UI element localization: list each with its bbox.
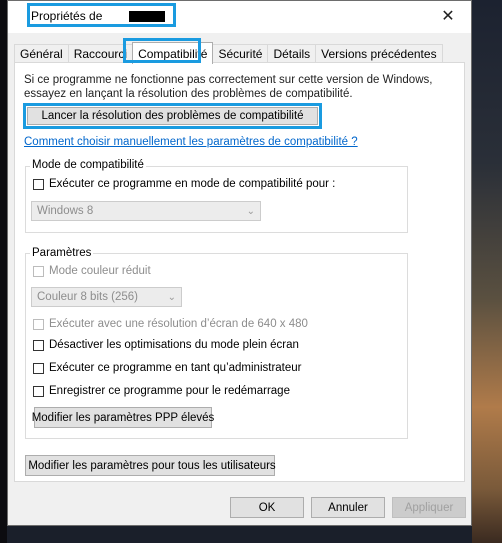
chevron-down-icon: ⌄	[246, 206, 255, 217]
tab-details[interactable]: Détails	[267, 44, 317, 63]
register-restart-row[interactable]: Enregistrer ce programme pour le redémar…	[33, 385, 290, 397]
tab-shortcut[interactable]: Raccourci	[67, 44, 134, 63]
run-admin-checkbox[interactable]	[33, 362, 44, 374]
tab-security[interactable]: Sécurité	[212, 44, 269, 63]
tab-strip: Général Raccourci Compatibilité Sécurité…	[14, 42, 443, 64]
manual-settings-link[interactable]: Comment choisir manuellement les paramèt…	[24, 136, 358, 148]
reduced-color-row: Mode couleur réduit	[33, 265, 151, 277]
compat-mode-group	[25, 166, 408, 233]
compat-mode-row[interactable]: Exécuter ce programme en mode de compati…	[33, 178, 335, 190]
ok-button[interactable]: OK	[230, 497, 304, 518]
high-dpi-button[interactable]: Modifier les paramètres PPP élevés	[32, 407, 214, 428]
compat-mode-group-label: Mode de compatibilité	[30, 159, 146, 171]
run-admin-label: Exécuter ce programme en tant qu’adminis…	[49, 362, 302, 374]
title-bar[interactable]: Propriétés de ✕	[8, 1, 471, 33]
disable-fullscreen-label: Désactiver les optimisations du mode ple…	[49, 339, 299, 351]
all-users-button[interactable]: Modifier les paramètres pour tous les ut…	[25, 455, 276, 476]
tab-general[interactable]: Général	[14, 44, 69, 63]
cancel-button[interactable]: Annuler	[311, 497, 385, 518]
compat-mode-select[interactable]: Windows 8 ⌄	[31, 201, 261, 221]
register-restart-checkbox[interactable]	[33, 385, 44, 397]
reduced-color-checkbox	[33, 265, 44, 277]
troubleshoot-button[interactable]: Lancer la résolution des problèmes de co…	[27, 107, 318, 125]
desktop-background-right	[472, 0, 502, 543]
tab-previous-versions[interactable]: Versions précédentes	[315, 44, 443, 63]
res-640-label: Exécuter avec une résolution d’écran de …	[49, 318, 308, 330]
info-line-1: Si ce programme ne fonctionne pas correc…	[24, 74, 433, 86]
info-line-2: essayez en lançant la résolution des pro…	[24, 88, 353, 100]
disable-fullscreen-checkbox[interactable]	[33, 339, 44, 351]
register-restart-label: Enregistrer ce programme pour le redémar…	[49, 385, 290, 397]
compat-mode-checkbox[interactable]	[33, 178, 44, 190]
close-icon: ✕	[441, 8, 455, 25]
close-button[interactable]: ✕	[425, 1, 471, 31]
res-640-row: Exécuter avec une résolution d’écran de …	[33, 318, 308, 330]
settings-group-label: Paramètres	[30, 247, 94, 259]
run-admin-row[interactable]: Exécuter ce programme en tant qu’adminis…	[33, 362, 301, 374]
compatibility-info-text: Si ce programme ne fonctionne pas correc…	[24, 73, 444, 101]
compat-mode-label: Exécuter ce programme en mode de compati…	[49, 178, 336, 190]
desktop-background-left	[0, 0, 7, 543]
res-640-checkbox	[33, 318, 44, 330]
all-users-button-label: Modifier les paramètres pour tous les ut…	[28, 459, 276, 472]
apply-button: Appliquer	[392, 497, 466, 518]
color-depth-select: Couleur 8 bits (256) ⌄	[31, 287, 182, 307]
compat-mode-select-value: Windows 8	[37, 205, 94, 217]
disable-fullscreen-row[interactable]: Désactiver les optimisations du mode ple…	[33, 339, 299, 351]
reduced-color-label: Mode couleur réduit	[49, 265, 151, 277]
properties-dialog: Propriétés de ✕ Général Raccourci Compat…	[7, 0, 472, 526]
title-highlight-box	[27, 3, 176, 27]
tab-compatibility[interactable]: Compatibilité	[132, 42, 214, 64]
color-depth-select-value: Couleur 8 bits (256)	[37, 291, 138, 303]
chevron-down-icon: ⌄	[167, 292, 176, 303]
